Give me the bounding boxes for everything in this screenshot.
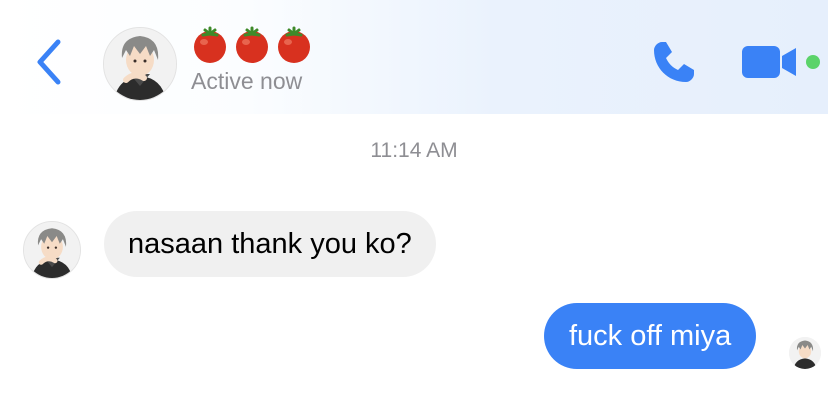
contact-avatar[interactable] [103,27,177,101]
active-status: Active now [191,68,303,94]
read-receipt-avatar [789,337,821,369]
online-indicator-dot [806,55,820,69]
incoming-message-bubble[interactable]: nasaan thank you ko? [104,211,436,277]
avatar-image [24,222,80,278]
video-camera-icon[interactable] [740,42,800,82]
avatar-image [104,28,176,100]
outgoing-message-bubble[interactable]: fuck off miya [544,303,757,369]
phone-icon[interactable] [648,36,700,88]
tomato-emoji-icon [236,26,268,63]
tomato-emoji-icon [278,26,310,63]
back-chevron-icon[interactable] [30,36,70,88]
sender-avatar[interactable] [23,221,81,279]
message-timestamp: 11:14 AM [370,139,458,162]
tomato-emoji-icon [194,26,226,63]
avatar-image [789,337,821,369]
contact-name[interactable] [191,26,313,66]
